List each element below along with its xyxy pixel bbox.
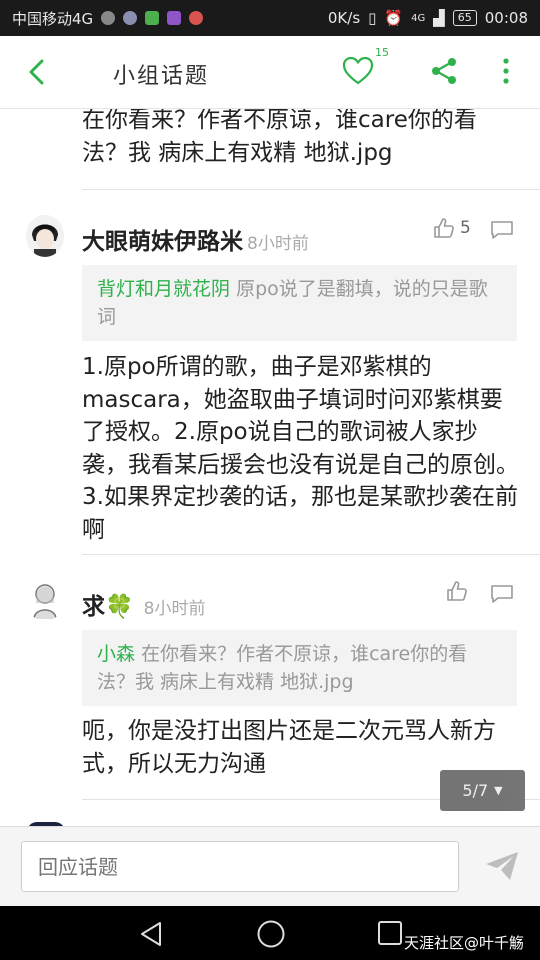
comment-icon[interactable] [490, 584, 514, 608]
page-number: 5/7 [462, 781, 489, 800]
comment-text: 1.原po所谓的歌，曲子是邓紫棋的mascara，她盗取曲子填词时问邓紫棋要了授… [82, 354, 519, 543]
quote-author[interactable]: 小森 [97, 643, 135, 665]
network-speed: 0K/s [327, 9, 361, 27]
quoted-comment: 背灯和月就花阴 原po说了是翻填，说的只是歌词 [82, 265, 517, 341]
reply-input[interactable] [21, 841, 459, 892]
clock: 00:08 [484, 9, 528, 27]
more-vert-icon[interactable] [500, 56, 512, 90]
back-arrow-icon[interactable] [26, 58, 48, 90]
app-notification-icon [189, 11, 204, 25]
network-type: 4G [411, 12, 426, 24]
comment-author[interactable]: 求🍀 8小时前 [82, 587, 205, 621]
quoted-comment: 小森 在你看来？作者不原谅，谁care你的看法？我 病床上有戏精 地狱.jpg [82, 630, 517, 706]
carrier-label: 中国移动4G [12, 9, 94, 28]
heart-icon[interactable] [342, 56, 374, 90]
send-icon[interactable] [484, 850, 520, 886]
like-count: 15 [375, 46, 389, 59]
avatar[interactable] [26, 215, 64, 257]
caret-down-icon: ▼ [494, 784, 503, 797]
app-notification-icon [167, 11, 182, 25]
notification-icon [123, 11, 138, 25]
divider [82, 554, 540, 555]
thumb-up-icon[interactable] [446, 580, 468, 606]
watermark: 天涯社区@叶千觞 [404, 934, 525, 952]
page-indicator[interactable]: 5/7 ▼ [440, 770, 525, 811]
quote-text: 在你看来？作者不原谅，谁care你的看法？我 病床上有戏精 地狱.jpg [97, 643, 468, 693]
nav-recent-icon[interactable] [377, 920, 403, 950]
quote-author[interactable]: 背灯和月就花阴 [97, 278, 230, 300]
status-bar: 中国移动4G 0K/s ▯ ⏰ 4G ▟ 65 00:08 [0, 0, 540, 36]
reply-bar [0, 826, 540, 907]
app-bar: 小组话题 15 [0, 36, 540, 109]
comment-author[interactable]: 大眼萌妹伊路米 8小时前 [82, 222, 309, 256]
comment-icon[interactable] [490, 220, 514, 244]
nav-back-icon[interactable] [138, 920, 164, 952]
share-icon[interactable] [429, 56, 459, 90]
comment-list[interactable]: 在你看来？作者不原谅，谁care你的看法？我 病床上有戏精 地狱.jpg 大眼萌… [0, 109, 540, 826]
signal-icon: ▟ [433, 9, 445, 27]
app-notification-icon [145, 11, 160, 25]
alarm-icon: ⏰ [384, 9, 404, 27]
vibrate-icon: ▯ [368, 9, 377, 27]
notification-icon [101, 11, 116, 25]
comment-time: 8小时前 [143, 599, 206, 619]
thumb-up-icon[interactable] [433, 217, 455, 243]
username[interactable]: 求🍀 [82, 594, 134, 620]
page-title: 小组话题 [113, 64, 210, 89]
like-count: 5 [460, 218, 471, 238]
username[interactable]: 大眼萌妹伊路米 [82, 229, 243, 255]
system-nav-bar: 天涯社区@叶千觞 [0, 906, 540, 960]
nav-home-icon[interactable] [256, 919, 286, 953]
battery-level: 65 [452, 10, 477, 26]
comment-text: 在你看来？作者不原谅，谁care你的看法？我 病床上有戏精 地狱.jpg [82, 109, 477, 166]
divider [82, 189, 540, 190]
avatar[interactable] [26, 579, 64, 621]
comment-time: 8小时前 [247, 234, 309, 254]
